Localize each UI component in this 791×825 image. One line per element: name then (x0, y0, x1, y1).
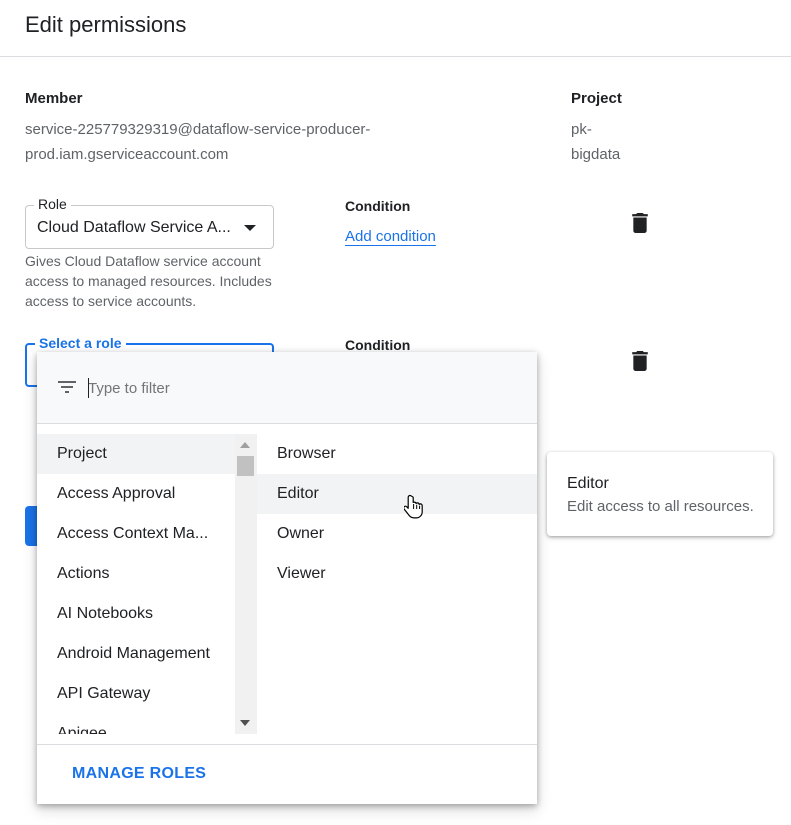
add-condition-link[interactable]: Add condition (345, 228, 436, 245)
service-item-android-management[interactable]: Android Management (37, 634, 235, 674)
scrollbar-thumb[interactable] (237, 456, 254, 476)
manage-roles-button[interactable]: MANAGE ROLES (72, 765, 206, 783)
role-description-line: Gives Cloud Dataflow service account (25, 253, 261, 269)
service-item-actions[interactable]: Actions (37, 554, 235, 594)
role-info-description: Edit access to all resources. (567, 498, 754, 515)
role-list: Browser Editor Owner Viewer (257, 434, 537, 734)
member-email-line1: service-225779329319@dataflow-service-pr… (25, 121, 371, 138)
role-item-owner[interactable]: Owner (257, 514, 537, 554)
filter-input[interactable] (88, 377, 508, 399)
role-item-editor[interactable]: Editor (257, 474, 537, 514)
scroll-up-arrow-icon[interactable] (240, 442, 250, 448)
role-info-title: Editor (567, 475, 609, 492)
condition-label: Condition (345, 198, 411, 214)
role-picker-dropdown: Project Access Approval Access Context M… (37, 352, 537, 804)
role-select-legend: Role (34, 196, 71, 212)
dropdown-arrow-icon (244, 225, 256, 231)
filter-icon (58, 381, 76, 393)
member-email-line2: prod.iam.gserviceaccount.com (25, 146, 229, 163)
text-cursor (88, 378, 89, 398)
role-item-browser[interactable]: Browser (257, 434, 537, 474)
role-info-card: Editor Edit access to all resources. (547, 452, 773, 536)
service-list-scrollbar[interactable] (235, 434, 257, 734)
service-item-access-context-manager[interactable]: Access Context Ma... (37, 514, 235, 554)
service-item-access-approval[interactable]: Access Approval (37, 474, 235, 514)
role-description-line: access to managed resources. Includes (25, 273, 272, 289)
role-select[interactable]: Role Cloud Dataflow Service A... (25, 196, 274, 249)
role-select-value: Cloud Dataflow Service A... (37, 219, 231, 236)
project-name-line1: pk- (571, 121, 592, 138)
member-label: Member (25, 90, 83, 107)
select-role-legend: Select a role (35, 335, 126, 351)
role-item-viewer[interactable]: Viewer (257, 554, 537, 594)
page-title: Edit permissions (25, 12, 187, 37)
service-item-api-gateway[interactable]: API Gateway (37, 674, 235, 714)
role-description-line: access to service accounts. (25, 293, 197, 309)
trash-icon[interactable] (631, 213, 649, 233)
hand-pointer-icon (404, 494, 423, 519)
service-item-ai-notebooks[interactable]: AI Notebooks (37, 594, 235, 634)
role-description: Gives Cloud Dataflow service account acc… (25, 251, 272, 311)
project-label: Project (571, 90, 622, 107)
trash-icon[interactable] (631, 351, 649, 371)
project-name-line2: bigdata (571, 146, 621, 163)
condition-label: Condition (345, 337, 411, 353)
service-list: Project Access Approval Access Context M… (37, 434, 235, 734)
picker-footer: MANAGE ROLES (37, 744, 537, 804)
service-item-apigee[interactable]: Apigee (37, 714, 235, 734)
scroll-down-arrow-icon[interactable] (240, 720, 250, 726)
service-item-project[interactable]: Project (37, 434, 235, 474)
filter-bar (37, 352, 537, 424)
header-divider (0, 56, 791, 57)
